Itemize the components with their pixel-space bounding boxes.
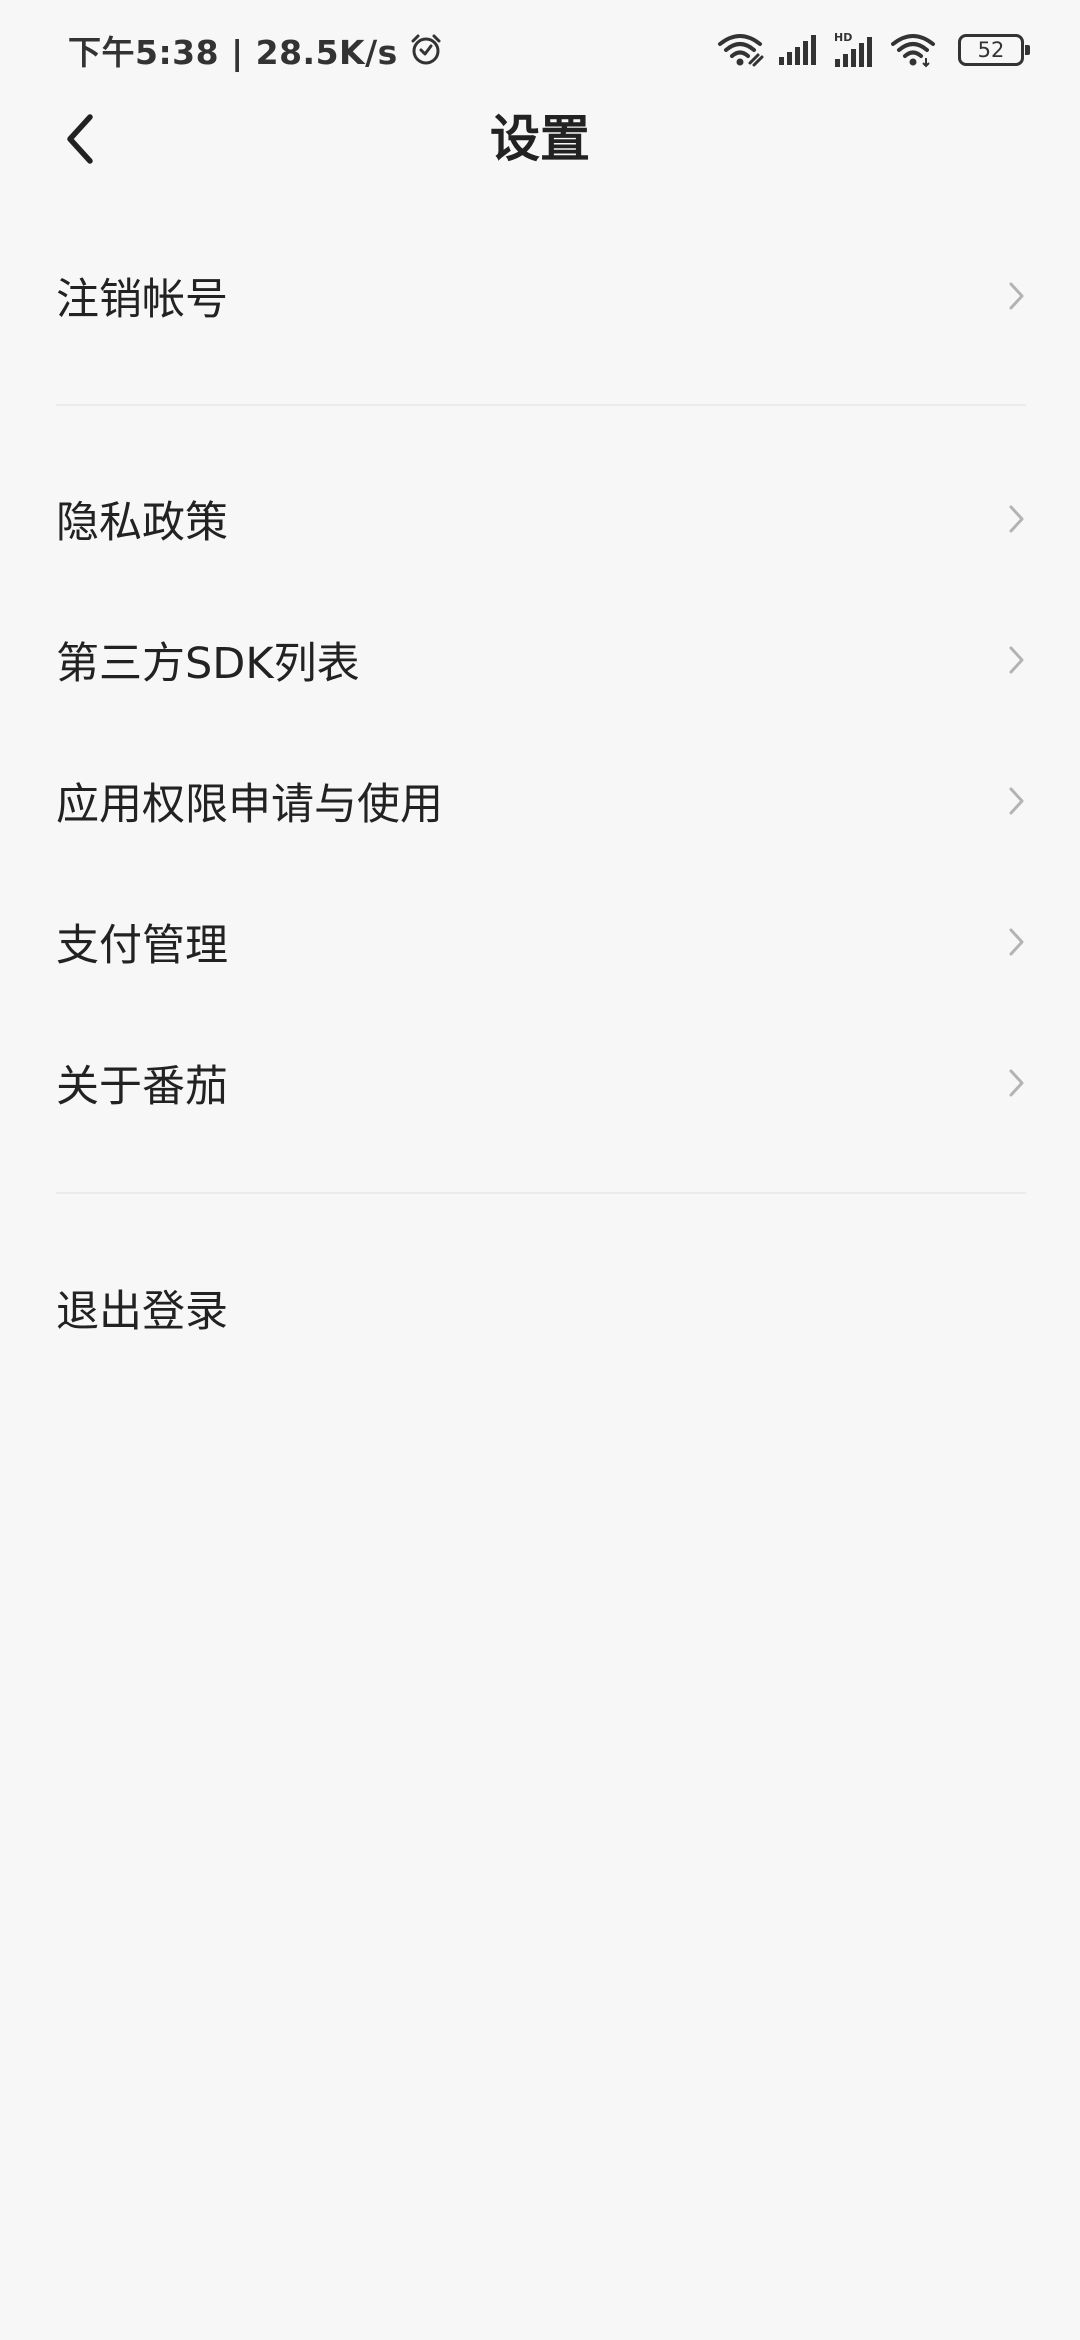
settings-group-logout: 退出登录 bbox=[0, 1237, 1080, 1378]
svg-text:HD: HD bbox=[834, 31, 852, 44]
back-button[interactable] bbox=[40, 100, 120, 178]
settings-item-privacy-policy[interactable]: 隐私政策 bbox=[0, 448, 1080, 589]
signal-icon bbox=[778, 33, 820, 67]
chevron-right-icon bbox=[1009, 505, 1024, 532]
header: 设置 bbox=[0, 100, 1080, 178]
settings-item-app-permissions[interactable]: 应用权限申请与使用 bbox=[0, 730, 1080, 871]
status-time-speed: 下午5:38 | 28.5K/s bbox=[68, 33, 398, 72]
settings-group-account: 注销帐号 bbox=[0, 225, 1080, 366]
status-right: HD 52 bbox=[716, 28, 1030, 72]
settings-item-label: 应用权限申请与使用 bbox=[56, 779, 443, 830]
settings-item-label: 第三方SDK列表 bbox=[56, 638, 360, 689]
divider bbox=[56, 1192, 1026, 1194]
alarm-icon bbox=[408, 32, 444, 68]
wifi-link-icon bbox=[716, 32, 764, 68]
chevron-right-icon bbox=[1009, 282, 1024, 309]
settings-item-third-party-sdk[interactable]: 第三方SDK列表 bbox=[0, 589, 1080, 730]
status-left: 下午5:38 | 28.5K/s bbox=[68, 26, 444, 74]
status-bar: 下午5:38 | 28.5K/s HD 52 bbox=[0, 0, 1080, 100]
hd-signal-icon: HD bbox=[834, 31, 876, 69]
settings-item-logout[interactable]: 退出登录 bbox=[0, 1237, 1080, 1378]
page-title: 设置 bbox=[490, 110, 590, 168]
settings-group-info: 隐私政策 第三方SDK列表 应用权限申请与使用 支付管理 关于番茄 bbox=[0, 448, 1080, 1153]
settings-item-deactivate-account[interactable]: 注销帐号 bbox=[0, 225, 1080, 366]
chevron-right-icon bbox=[1009, 646, 1024, 673]
wifi-icon bbox=[890, 32, 936, 68]
chevron-right-icon bbox=[1009, 787, 1024, 814]
settings-item-about[interactable]: 关于番茄 bbox=[0, 1012, 1080, 1153]
chevron-right-icon bbox=[1009, 928, 1024, 955]
settings-item-label: 注销帐号 bbox=[56, 274, 228, 325]
settings-item-label: 支付管理 bbox=[56, 920, 228, 971]
settings-item-payment-management[interactable]: 支付管理 bbox=[0, 871, 1080, 1012]
settings-item-label: 关于番茄 bbox=[56, 1061, 228, 1112]
chevron-right-icon bbox=[1009, 1069, 1024, 1096]
logout-label: 退出登录 bbox=[56, 1286, 228, 1337]
settings-item-label: 隐私政策 bbox=[56, 497, 228, 548]
divider bbox=[56, 404, 1026, 406]
battery-level: 52 bbox=[977, 38, 1005, 62]
battery-icon: 52 bbox=[958, 34, 1030, 66]
chevron-left-icon bbox=[67, 114, 93, 164]
